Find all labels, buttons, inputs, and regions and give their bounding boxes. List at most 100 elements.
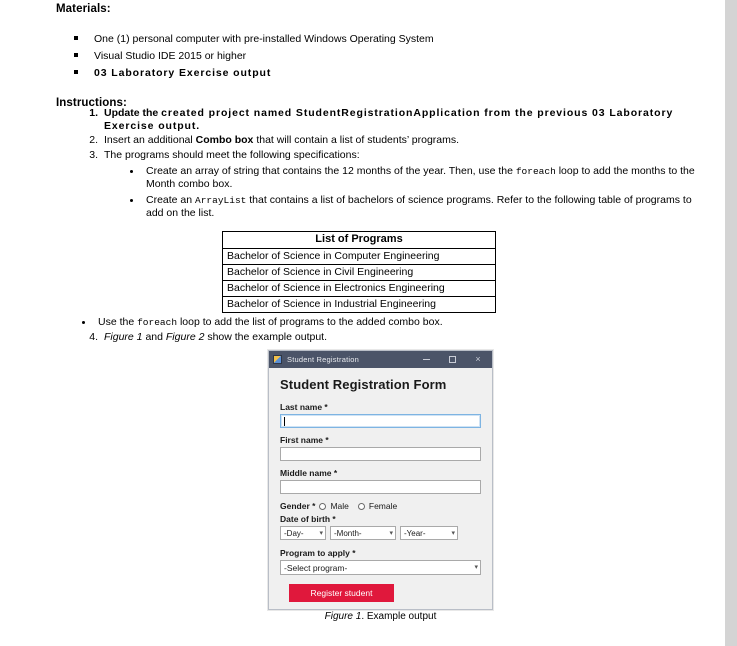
date-of-birth-row: -Day- ▾ -Month- ▾ -Year- ▾ (280, 526, 481, 540)
table-cell: Bachelor of Science in Electronics Engin… (222, 280, 496, 297)
gender-female-label: Female (368, 501, 398, 511)
first-name-label: First name * (280, 435, 329, 445)
text-caret (284, 417, 285, 426)
instruction-number: 1. (89, 107, 98, 119)
list-item: 03 Laboratory Exercise output (56, 66, 676, 80)
month-select[interactable]: -Month- ▾ (330, 526, 396, 540)
middle-name-label: Middle name * (280, 468, 338, 478)
table-row: Bachelor of Science in Electronics Engin… (222, 280, 496, 297)
document-page: Materials: One (1) personal computer wit… (0, 0, 725, 646)
window-title: Student Registration (287, 355, 359, 364)
program-select-value: -Select program- (284, 562, 348, 573)
post-table-bullet-list: Use the foreach loop to add the list of … (56, 316, 696, 332)
instruction-item-1: 1. Update the created project named Stud… (56, 107, 696, 133)
student-registration-window: Student Registration × Student Registrat… (268, 350, 493, 610)
instruction-sub-list: Create an array of string that contains … (104, 165, 696, 221)
material-text: Visual Studio IDE 2015 or higher (94, 50, 247, 62)
list-item: One (1) personal computer with pre-insta… (56, 32, 676, 46)
gender-option-female[interactable]: Female (357, 501, 398, 511)
year-select[interactable]: -Year- ▾ (400, 526, 458, 540)
table-row: Bachelor of Science in Civil Engineering (222, 264, 496, 281)
table-header-cell: List of Programs (222, 231, 496, 249)
square-bullet-icon (74, 70, 78, 74)
instruction-text-part: show the example output. (204, 331, 327, 343)
figure-caption: Figure 1. Example output (268, 611, 493, 622)
instruction-number: 3. (89, 148, 98, 161)
day-select[interactable]: -Day- ▾ (280, 526, 326, 540)
table-row: Bachelor of Science in Computer Engineer… (222, 248, 496, 265)
figure-caption-label: Figure 1 (324, 611, 362, 622)
code-token: foreach (137, 317, 178, 328)
instruction-item-4: 4. Figure 1 and Figure 2 show the exampl… (56, 331, 696, 345)
figure-reference-2: Figure 2 (165, 331, 205, 343)
instruction-number: 4. (89, 331, 98, 343)
instructions-list: 1. Update the created project named Stud… (56, 107, 696, 224)
program-label: Program to apply * (280, 548, 356, 558)
round-bullet-icon (82, 321, 85, 324)
code-token: foreach (515, 165, 556, 177)
minimize-icon[interactable] (413, 351, 439, 368)
first-name-input[interactable] (280, 447, 481, 461)
last-name-input[interactable] (280, 414, 481, 428)
register-student-button[interactable]: Register student (289, 584, 394, 602)
materials-heading: Materials: (56, 3, 111, 15)
instruction-emphasis: Combo box (195, 134, 254, 147)
instruction-text: The programs should meet the following s… (104, 148, 360, 161)
sub-list-item: Create an ArrayList that contains a list… (104, 194, 696, 220)
instruction-item-2: 2. Insert an additional Combo box that w… (56, 134, 696, 147)
figure-reference-1: Figure 1 (104, 331, 143, 343)
table-header-row: List of Programs (222, 231, 496, 249)
material-text: One (1) personal computer with pre-insta… (94, 33, 434, 45)
instruction-text-part: that will contain a list of students’ pr… (253, 134, 460, 147)
sub-list-item: Create an array of string that contains … (104, 165, 696, 191)
chevron-down-icon: ▾ (474, 564, 478, 571)
chevron-down-icon: ▾ (319, 529, 323, 537)
chevron-down-icon: ▾ (451, 529, 455, 537)
instruction-project-name: created project named StudentRegistratio… (161, 107, 481, 119)
figure-caption-text: . Example output (361, 611, 437, 622)
year-select-value: -Year- (404, 528, 426, 538)
round-bullet-icon (130, 199, 133, 203)
window-titlebar[interactable]: Student Registration × (269, 351, 492, 368)
radio-icon (357, 502, 365, 510)
close-icon[interactable]: × (465, 351, 491, 368)
form-heading: Student Registration Form (280, 377, 447, 392)
sub-text-part: Create an (146, 194, 196, 207)
gender-row: Gender * Male Female (280, 501, 481, 511)
instruction-text-part: Insert an additional (104, 134, 196, 147)
radio-icon (319, 502, 327, 510)
code-token: ArrayList (195, 195, 247, 207)
square-bullet-icon (74, 36, 78, 40)
list-item: Visual Studio IDE 2015 or higher (56, 49, 676, 63)
month-select-value: -Month- (334, 528, 362, 538)
gender-option-male[interactable]: Male (319, 501, 349, 511)
last-name-label: Last name * (280, 402, 328, 412)
day-select-value: -Day- (284, 528, 304, 538)
table-row: Bachelor of Science in Industrial Engine… (222, 296, 496, 313)
table-cell: Bachelor of Science in Industrial Engine… (222, 296, 496, 313)
chevron-down-icon: ▾ (389, 529, 393, 537)
sub-text-part: Use the (98, 316, 138, 328)
square-bullet-icon (74, 53, 78, 57)
programs-table: List of Programs Bachelor of Science in … (222, 231, 496, 313)
sub-list-item: Use the foreach loop to add the list of … (56, 316, 696, 329)
instruction-text-part: and (142, 331, 166, 343)
materials-list: One (1) personal computer with pre-insta… (56, 32, 676, 83)
application-icon (273, 355, 282, 364)
instruction-item-3: 3. The programs should meet the followin… (56, 149, 696, 221)
table-cell: Bachelor of Science in Civil Engineering (222, 264, 496, 281)
window-controls: × (413, 351, 491, 368)
instruction-text-part: Update the (104, 107, 162, 119)
date-of-birth-label: Date of birth * (280, 514, 336, 524)
program-select[interactable]: -Select program- ▾ (280, 560, 481, 575)
middle-name-input[interactable] (280, 480, 481, 494)
gender-male-label: Male (330, 501, 349, 511)
window-body: Student Registration Form Last name * Fi… (269, 368, 492, 609)
table-cell: Bachelor of Science in Computer Engineer… (222, 248, 496, 265)
page-right-edge (725, 0, 737, 646)
round-bullet-icon (130, 169, 133, 173)
gender-label: Gender * (280, 501, 316, 511)
sub-text-part: loop to add the list of programs to the … (177, 316, 443, 328)
material-text: 03 Laboratory Exercise output (94, 67, 272, 79)
maximize-icon[interactable] (439, 351, 465, 368)
